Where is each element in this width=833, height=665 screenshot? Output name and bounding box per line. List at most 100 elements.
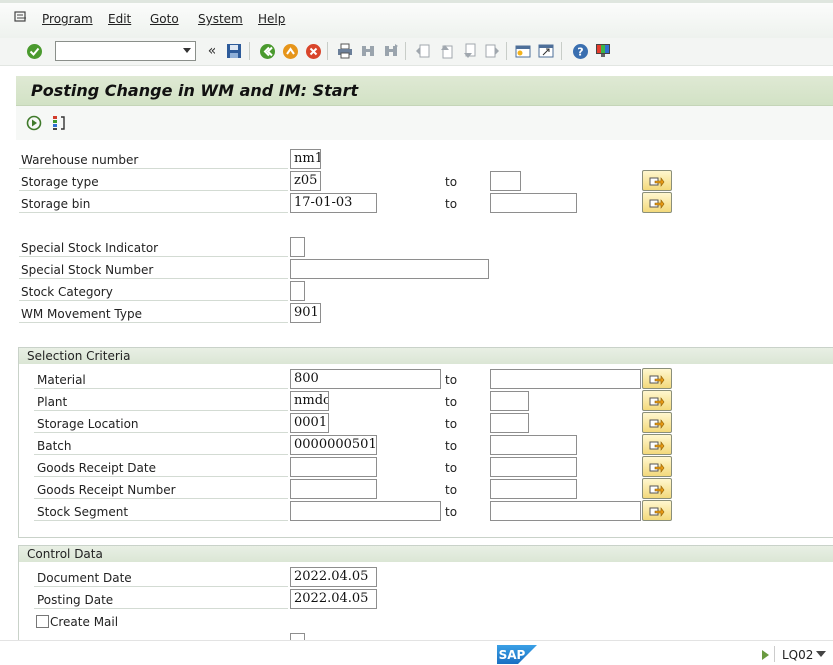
create-session-icon[interactable]	[514, 42, 532, 60]
transaction-code: LQ02	[782, 648, 814, 662]
storage-type-label: Storage type	[21, 175, 99, 189]
storage-location-multiple-selection-button[interactable]	[642, 412, 672, 433]
goods-receipt-number-label: Goods Receipt Number	[37, 483, 176, 497]
menu-goto[interactable]: Goto	[150, 12, 179, 26]
stock-segment-label: Stock Segment	[37, 505, 129, 519]
svg-text:SAP: SAP	[499, 648, 526, 662]
enter-icon[interactable]	[25, 42, 43, 60]
storage-type-to-label: to	[445, 175, 458, 189]
customize-layout-icon[interactable]	[594, 42, 612, 60]
material-multiple-selection-button[interactable]	[642, 368, 672, 389]
svg-text:?: ?	[577, 45, 583, 58]
batch-multiple-selection-button[interactable]	[642, 434, 672, 455]
plant-multiple-selection-button[interactable]	[642, 390, 672, 411]
stock-segment-input[interactable]	[290, 501, 441, 521]
partially-hidden-field[interactable]	[290, 633, 305, 640]
storage-bin-to-input[interactable]	[490, 193, 577, 213]
material-input[interactable]: 800	[290, 369, 441, 389]
arrow-right-icon	[649, 396, 665, 407]
first-page-icon[interactable]	[414, 42, 432, 60]
warehouse-number-label: Warehouse number	[21, 153, 139, 167]
create-mail-checkbox[interactable]	[36, 615, 49, 628]
execute-icon[interactable]	[26, 114, 44, 132]
stock-category-input[interactable]	[290, 281, 305, 301]
arrow-right-icon	[649, 176, 665, 187]
print-icon[interactable]	[336, 42, 354, 60]
chevron-down-icon[interactable]	[183, 48, 191, 53]
arrow-right-icon	[649, 440, 665, 451]
expand-status-icon[interactable]	[762, 650, 769, 660]
batch-to-input[interactable]	[490, 435, 577, 455]
storage-location-to-input[interactable]	[490, 413, 529, 433]
save-icon[interactable]	[225, 42, 243, 60]
special-stock-number-label: Special Stock Number	[21, 263, 154, 277]
arrow-right-icon	[649, 198, 665, 209]
storage-type-input[interactable]: z05	[290, 171, 321, 191]
back-icon[interactable]	[258, 42, 276, 60]
control-data-title: Control Data	[19, 546, 833, 562]
last-page-icon[interactable]	[483, 42, 501, 60]
control-data-group: Control Data	[18, 545, 833, 645]
plant-label: Plant	[37, 395, 68, 409]
goods-receipt-date-multiple-selection-button[interactable]	[642, 456, 672, 477]
goods-receipt-number-multiple-selection-button[interactable]	[642, 478, 672, 499]
storage-bin-label: Storage bin	[21, 197, 91, 211]
exit-icon[interactable]	[281, 42, 299, 60]
goods-receipt-date-input[interactable]	[290, 457, 377, 477]
arrow-right-icon	[649, 462, 665, 473]
storage-location-input[interactable]: 0001	[290, 413, 329, 433]
menu-options-icon[interactable]	[14, 10, 28, 24]
stock-category-label: Stock Category	[21, 285, 113, 299]
help-icon[interactable]: ?	[571, 42, 589, 60]
material-to-input[interactable]	[490, 369, 641, 389]
stock-segment-multiple-selection-button[interactable]	[642, 500, 672, 521]
next-page-icon[interactable]	[460, 42, 478, 60]
batch-input[interactable]: 0000000501	[290, 435, 377, 455]
material-label: Material	[37, 373, 86, 387]
stock-segment-to-label: to	[445, 505, 458, 519]
find-icon[interactable]	[359, 42, 377, 60]
storage-location-to-label: to	[445, 417, 458, 431]
find-next-icon[interactable]	[382, 42, 400, 60]
plant-input[interactable]: nmdc	[290, 391, 329, 411]
menu-system[interactable]: System	[198, 12, 243, 26]
special-stock-number-input[interactable]	[290, 259, 489, 279]
menu-help[interactable]: Help	[258, 12, 285, 26]
storage-bin-input[interactable]: 17-01-03	[290, 193, 377, 213]
document-date-input[interactable]: 2022.04.05	[290, 567, 377, 587]
command-field[interactable]	[55, 41, 196, 61]
posting-date-input[interactable]: 2022.04.05	[290, 589, 377, 609]
cancel-icon[interactable]	[304, 42, 322, 60]
arrow-right-icon	[649, 418, 665, 429]
chevron-down-icon[interactable]	[816, 651, 826, 657]
menu-edit[interactable]: Edit	[108, 12, 131, 26]
wm-movement-type-input[interactable]: 901	[290, 303, 321, 323]
goods-receipt-date-label: Goods Receipt Date	[37, 461, 156, 475]
application-toolbar	[16, 106, 833, 140]
stock-segment-to-input[interactable]	[490, 501, 641, 521]
goods-receipt-date-to-input[interactable]	[490, 457, 577, 477]
selection-criteria-title: Selection Criteria	[19, 348, 833, 364]
warehouse-number-input[interactable]: nm1	[290, 149, 321, 169]
storage-type-to-input[interactable]	[490, 171, 521, 191]
special-stock-indicator-input[interactable]	[290, 237, 305, 257]
previous-page-icon[interactable]	[437, 42, 455, 60]
create-mail-label: Create Mail	[50, 615, 119, 629]
plant-to-input[interactable]	[490, 391, 529, 411]
goods-receipt-number-to-input[interactable]	[490, 479, 577, 499]
arrow-right-icon	[649, 484, 665, 495]
collapse-icon[interactable]: «	[203, 42, 221, 60]
storage-type-multiple-selection-button[interactable]	[642, 170, 672, 191]
document-date-label: Document Date	[37, 571, 132, 585]
storage-bin-to-label: to	[445, 197, 458, 211]
shortcut-icon[interactable]	[537, 42, 555, 60]
batch-label: Batch	[37, 439, 72, 453]
batch-to-label: to	[445, 439, 458, 453]
goods-receipt-number-input[interactable]	[290, 479, 377, 499]
plant-to-label: to	[445, 395, 458, 409]
variant-icon[interactable]	[50, 114, 68, 132]
page-title: Posting Change in WM and IM: Start	[31, 81, 359, 100]
menu-program[interactable]: Program	[42, 12, 93, 26]
storage-bin-multiple-selection-button[interactable]	[642, 192, 672, 213]
sap-logo: SAP	[497, 645, 537, 664]
